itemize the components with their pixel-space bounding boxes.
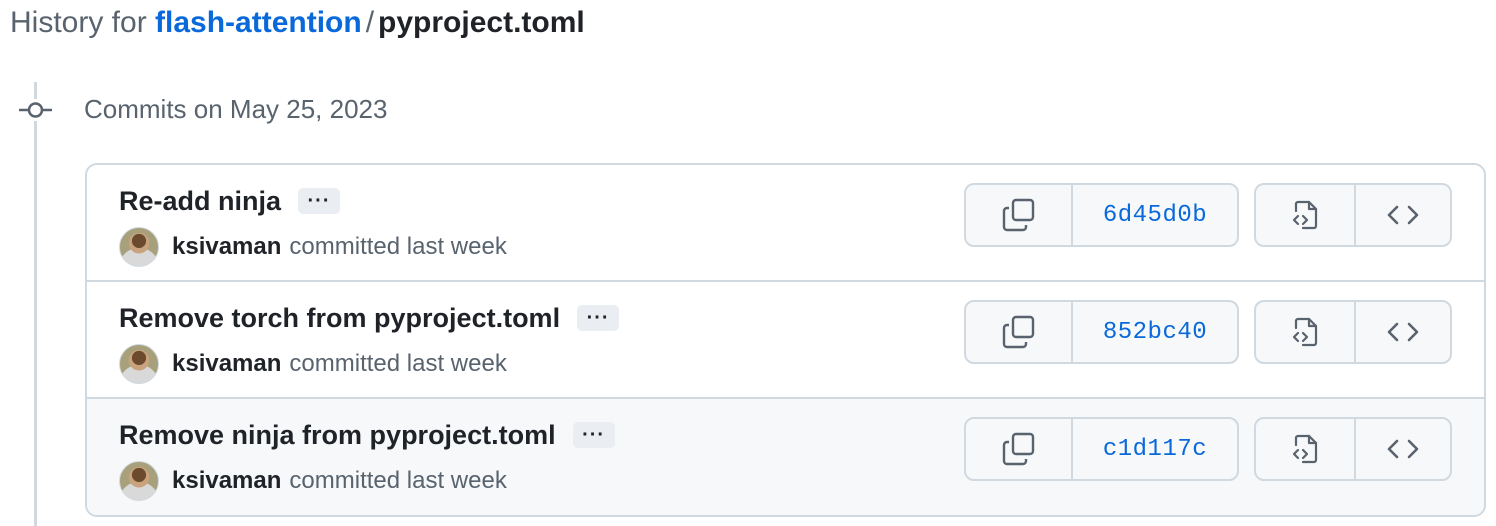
breadcrumb-separator: / xyxy=(365,6,375,39)
timeline-line xyxy=(34,82,37,526)
copy-sha-button[interactable] xyxy=(966,302,1071,362)
commit-row: Re-add ninja ··· ksivaman committed last… xyxy=(87,165,1484,282)
committed-time: committed last week xyxy=(289,350,507,377)
author-link[interactable]: ksivaman xyxy=(172,350,281,378)
file-code-icon xyxy=(1289,316,1321,348)
commit-meta: ksivaman committed last week xyxy=(119,461,507,501)
file-code-icon xyxy=(1289,199,1321,231)
sha-button-group: c1d117c xyxy=(964,417,1239,481)
browse-repo-at-commit-button[interactable] xyxy=(1354,185,1450,245)
commit-message-link[interactable]: Re-add ninja xyxy=(119,183,281,219)
copy-icon xyxy=(1002,432,1036,466)
file-code-icon xyxy=(1289,433,1321,465)
commit-sha-link[interactable]: 852bc40 xyxy=(1071,302,1237,362)
commit-message-link[interactable]: Remove ninja from pyproject.toml xyxy=(119,417,556,453)
page-title: History for flash-attention / pyproject.to… xyxy=(10,3,585,43)
committed-time: committed last week xyxy=(289,233,507,260)
browse-button-group xyxy=(1254,417,1452,481)
browse-button-group xyxy=(1254,183,1452,247)
committed-time: committed last week xyxy=(289,467,507,494)
copy-sha-button[interactable] xyxy=(966,185,1071,245)
expand-description-button[interactable]: ··· xyxy=(298,188,341,214)
commit-row: Remove torch from pyproject.toml ··· ksi… xyxy=(87,282,1484,399)
browse-repo-at-commit-button[interactable] xyxy=(1354,302,1450,362)
avatar[interactable] xyxy=(119,461,159,501)
commit-meta: ksivaman committed last week xyxy=(119,227,507,267)
code-icon xyxy=(1386,203,1420,227)
avatar[interactable] xyxy=(119,344,159,384)
repo-link[interactable]: flash-attention xyxy=(155,6,362,39)
copy-sha-button[interactable] xyxy=(966,419,1071,479)
view-file-at-commit-button[interactable] xyxy=(1256,419,1354,479)
view-file-at-commit-button[interactable] xyxy=(1256,185,1354,245)
avatar[interactable] xyxy=(119,227,159,267)
sha-button-group: 852bc40 xyxy=(964,300,1239,364)
commit-row: Remove ninja from pyproject.toml ··· ksi… xyxy=(87,399,1484,515)
code-icon xyxy=(1386,437,1420,461)
commit-title-line: Remove ninja from pyproject.toml ··· xyxy=(119,417,615,453)
commit-list: Re-add ninja ··· ksivaman committed last… xyxy=(85,163,1486,517)
sha-button-group: 6d45d0b xyxy=(964,183,1239,247)
git-commit-icon xyxy=(19,99,52,121)
expand-description-button[interactable]: ··· xyxy=(572,422,615,448)
browse-repo-at-commit-button[interactable] xyxy=(1354,419,1450,479)
author-link[interactable]: ksivaman xyxy=(172,233,281,261)
author-link[interactable]: ksivaman xyxy=(172,467,281,495)
commits-date-heading: Commits on May 25, 2023 xyxy=(84,94,388,124)
title-prefix: History for xyxy=(10,6,147,39)
expand-description-button[interactable]: ··· xyxy=(577,305,620,331)
commit-meta: ksivaman committed last week xyxy=(119,344,507,384)
file-name: pyproject.toml xyxy=(378,6,585,39)
code-icon xyxy=(1386,320,1420,344)
commit-sha-link[interactable]: c1d117c xyxy=(1071,419,1237,479)
view-file-at-commit-button[interactable] xyxy=(1256,302,1354,362)
browse-button-group xyxy=(1254,300,1452,364)
commit-sha-link[interactable]: 6d45d0b xyxy=(1071,185,1237,245)
copy-icon xyxy=(1002,198,1036,232)
commit-title-line: Remove torch from pyproject.toml ··· xyxy=(119,300,620,336)
commit-message-link[interactable]: Remove torch from pyproject.toml xyxy=(119,300,560,336)
copy-icon xyxy=(1002,315,1036,349)
commit-title-line: Re-add ninja ··· xyxy=(119,183,341,219)
